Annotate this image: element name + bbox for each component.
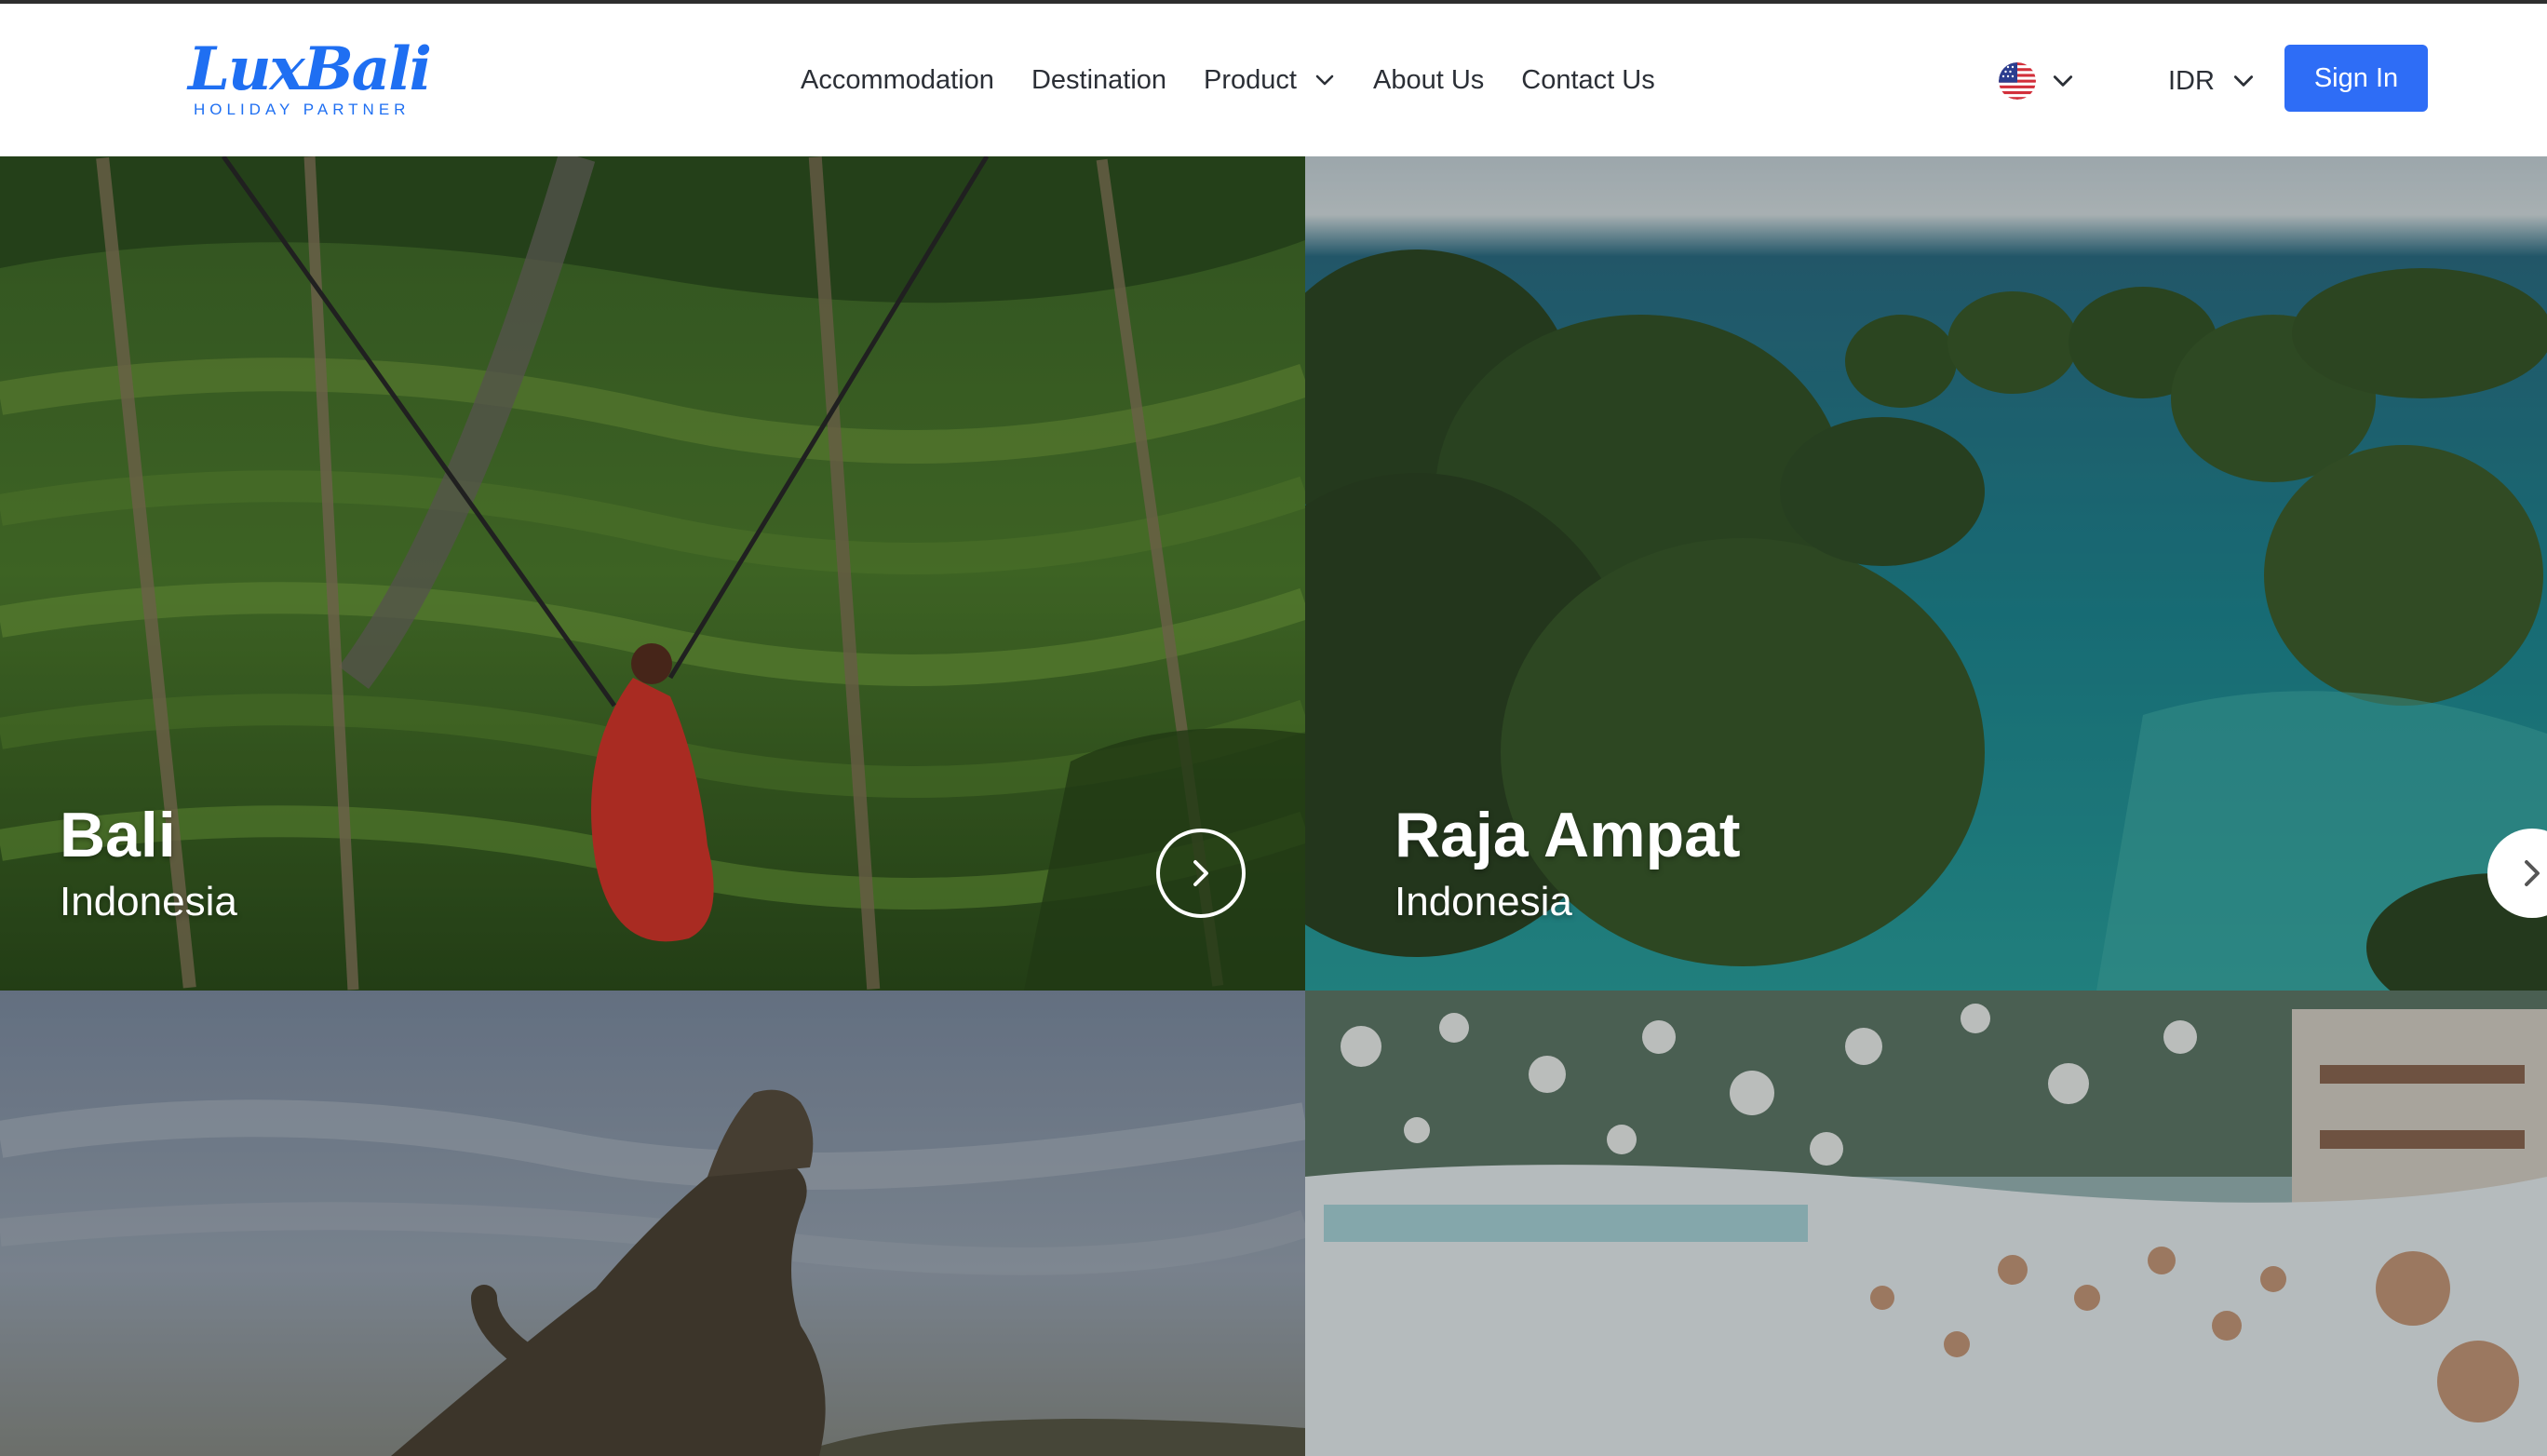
nav-destination[interactable]: Destination: [1013, 52, 1185, 108]
sign-in-button[interactable]: Sign In: [2284, 45, 2428, 112]
nav-product[interactable]: Product: [1185, 52, 1354, 108]
destination-card-komodo[interactable]: [0, 991, 1305, 1456]
chevron-down-icon: [2233, 75, 2254, 87]
chevron-right-icon: [2525, 860, 2540, 886]
nav-label: Contact Us: [1521, 64, 1655, 95]
brand-wordmark: LuxBali: [188, 34, 432, 104]
destination-title: Bali: [60, 800, 176, 870]
destination-grid: Bali Indonesia Raja Ampat Indonesia: [0, 156, 2547, 1456]
nav-label: Accommodation: [801, 64, 994, 95]
currency-value: IDR: [2168, 65, 2215, 96]
view-destination-button[interactable]: [1156, 829, 1246, 918]
nav-accommodation[interactable]: Accommodation: [782, 52, 1013, 108]
image-overlay: [0, 991, 1305, 1456]
main-nav: Accommodation Destination Product About …: [782, 4, 1674, 156]
destination-card-foam-party[interactable]: [1305, 991, 2547, 1456]
language-selector[interactable]: [1999, 58, 2075, 104]
image-overlay: [0, 156, 1305, 991]
image-overlay: [1305, 991, 2547, 1456]
destination-title: Raja Ampat: [1395, 800, 1741, 870]
destination-card-bali[interactable]: Bali Indonesia: [0, 156, 1305, 991]
chevron-right-icon: [1193, 860, 1208, 886]
destination-country: Indonesia: [60, 879, 237, 924]
currency-selector[interactable]: IDR: [2168, 58, 2256, 104]
nav-contact-us[interactable]: Contact Us: [1503, 52, 1673, 108]
nav-label: Destination: [1031, 64, 1167, 95]
nav-label: About Us: [1372, 64, 1485, 95]
brand-logo[interactable]: LuxBali HOLIDAY PARTNER: [188, 37, 432, 123]
site-header: LuxBali HOLIDAY PARTNER Accommodation De…: [0, 4, 2547, 156]
us-flag-icon: [1999, 62, 2036, 100]
brand-tagline: HOLIDAY PARTNER: [194, 101, 411, 118]
chevron-down-icon: [2053, 75, 2073, 87]
destination-card-raja-ampat[interactable]: Raja Ampat Indonesia: [1305, 156, 2547, 991]
nav-label: Product: [1204, 64, 1297, 95]
nav-about-us[interactable]: About Us: [1354, 52, 1503, 108]
chevron-down-icon: [1315, 74, 1334, 86]
destination-country: Indonesia: [1395, 879, 1572, 924]
